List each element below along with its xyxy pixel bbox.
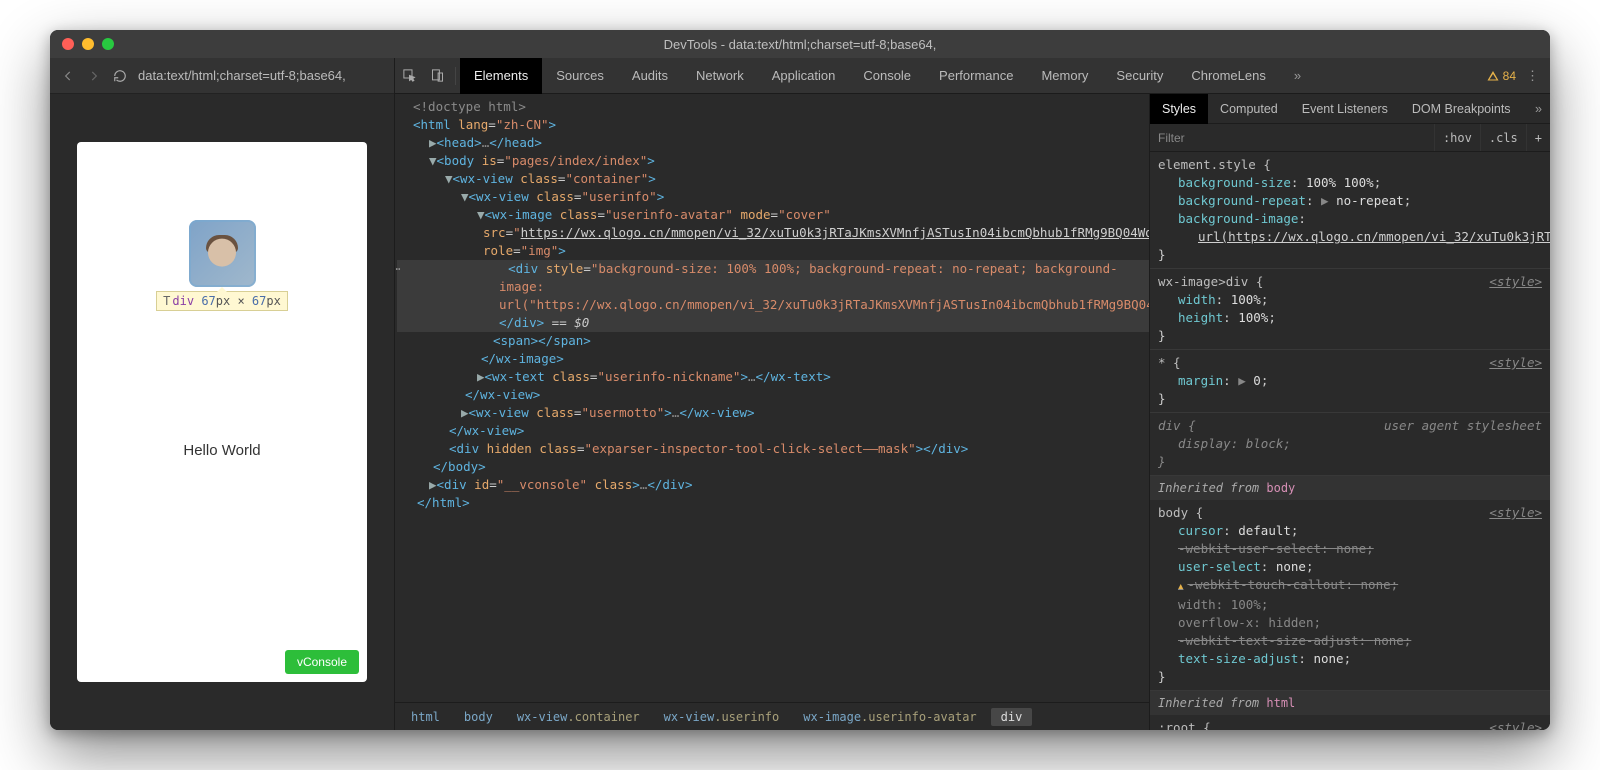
crumb-avatar[interactable]: wx-image.userinfo-avatar <box>793 708 986 726</box>
tab-application[interactable]: Application <box>758 58 850 94</box>
dom-line[interactable]: <html lang="zh-CN"> <box>397 116 1149 134</box>
styles-tab-computed[interactable]: Computed <box>1208 94 1290 124</box>
dom-line[interactable]: </wx-view> <box>397 422 1149 440</box>
avatar-image[interactable] <box>189 220 256 287</box>
window-title: DevTools - data:text/html;charset=utf-8;… <box>50 37 1550 52</box>
dom-line[interactable]: <span></span> <box>397 332 1149 350</box>
toolbar-separator <box>455 67 456 85</box>
device-toolbar-icon[interactable] <box>423 58 451 94</box>
dom-line[interactable]: </wx-view> <box>397 386 1149 404</box>
styles-pane: Styles Computed Event Listeners DOM Brea… <box>1150 94 1550 730</box>
device-panel: data:text/html;charset=utf-8;base64, Tdi… <box>50 58 395 730</box>
main-toolbar: Elements Sources Audits Network Applicat… <box>395 58 1550 94</box>
tab-audits[interactable]: Audits <box>618 58 682 94</box>
dom-tree[interactable]: <!doctype html> <html lang="zh-CN"> ▶<he… <box>395 94 1149 702</box>
dom-line[interactable]: ▼<body is="pages/index/index"> <box>397 152 1149 170</box>
tooltip-height: 67 <box>252 294 266 308</box>
tooltip-tag: div <box>172 294 194 308</box>
device-frame: Tdiv 67px × 67px Hello World vConsole <box>77 142 367 682</box>
kebab-menu-icon[interactable]: ⋮ <box>1526 68 1542 84</box>
breadcrumb-bar: html body wx-view.container wx-view.user… <box>395 702 1149 730</box>
styles-tab-listeners[interactable]: Event Listeners <box>1290 94 1400 124</box>
warning-count: 84 <box>1503 69 1516 83</box>
window-titlebar: DevTools - data:text/html;charset=utf-8;… <box>50 30 1550 58</box>
close-window-icon[interactable] <box>62 38 74 50</box>
rule-root[interactable]: :root {<style> --safe-area-inset-top: en… <box>1150 715 1550 730</box>
vconsole-button[interactable]: vConsole <box>285 650 359 674</box>
crumb-container[interactable]: wx-view.container <box>507 708 650 726</box>
panel-tabs: Elements Sources Audits Network Applicat… <box>460 58 1315 94</box>
rule-body[interactable]: body {<style> cursor: default; -webkit-u… <box>1150 500 1550 691</box>
crumb-body[interactable]: body <box>454 708 503 726</box>
tab-network[interactable]: Network <box>682 58 758 94</box>
dom-line[interactable]: ▶<head>…</head> <box>397 134 1149 152</box>
dom-line[interactable]: ▶<div id="__vconsole" class>…</div> <box>397 476 1149 494</box>
dom-line[interactable]: ▼<wx-view class="container"> <box>397 170 1149 188</box>
dom-line[interactable]: <div hidden class="exparser-inspector-to… <box>397 440 1149 458</box>
tab-security[interactable]: Security <box>1102 58 1177 94</box>
warning-badge[interactable]: 84 <box>1487 69 1516 83</box>
dom-line[interactable]: </html> <box>397 494 1149 512</box>
crumb-userinfo[interactable]: wx-view.userinfo <box>654 708 790 726</box>
styles-tab-styles[interactable]: Styles <box>1150 94 1208 124</box>
dom-line[interactable]: ▼<wx-view class="userinfo"> <box>397 188 1149 206</box>
styles-tab-dom-breakpoints[interactable]: DOM Breakpoints <box>1400 94 1523 124</box>
tab-console[interactable]: Console <box>849 58 925 94</box>
dom-selected-line[interactable]: ⋯ <div style="background-size: 100% 100%… <box>397 260 1149 332</box>
tab-sources[interactable]: Sources <box>542 58 618 94</box>
tab-elements[interactable]: Elements <box>460 58 542 94</box>
crumb-div[interactable]: div <box>991 708 1033 726</box>
hello-text: Hello World <box>77 442 367 459</box>
traffic-lights <box>50 38 114 50</box>
crumb-html[interactable]: html <box>401 708 450 726</box>
dom-line[interactable]: <!doctype html> <box>397 98 1149 116</box>
elements-main-split: <!doctype html> <html lang="zh-CN"> ▶<he… <box>395 94 1550 730</box>
tabs-overflow-icon[interactable]: » <box>1280 58 1315 94</box>
dom-line[interactable]: ▶<wx-text class="userinfo-nickname">…</w… <box>397 368 1149 386</box>
tab-chromelens[interactable]: ChromeLens <box>1177 58 1279 94</box>
address-bar: data:text/html;charset=utf-8;base64, <box>50 58 394 94</box>
reload-icon[interactable] <box>112 68 128 84</box>
dom-line[interactable]: ▼<wx-image class="userinfo-avatar" mode=… <box>397 206 1149 260</box>
devtools-window: DevTools - data:text/html;charset=utf-8;… <box>50 30 1550 730</box>
dom-pane: <!doctype html> <html lang="zh-CN"> ▶<he… <box>395 94 1150 730</box>
cls-toggle[interactable]: .cls <box>1480 124 1526 151</box>
dom-line[interactable]: </body> <box>397 458 1149 476</box>
forward-arrow-icon[interactable] <box>86 68 102 84</box>
zoom-window-icon[interactable] <box>102 38 114 50</box>
hov-toggle[interactable]: :hov <box>1434 124 1480 151</box>
tooltip-width: 67 <box>201 294 215 308</box>
tab-performance[interactable]: Performance <box>925 58 1027 94</box>
back-arrow-icon[interactable] <box>60 68 76 84</box>
rule-wx-image-div[interactable]: wx-image>div {<style> width: 100%; heigh… <box>1150 269 1550 350</box>
rule-div-ua[interactable]: div {user agent stylesheet display: bloc… <box>1150 413 1550 476</box>
dom-line[interactable]: ▶<wx-view class="usermotto">…</wx-view> <box>397 404 1149 422</box>
minimize-window-icon[interactable] <box>82 38 94 50</box>
styles-tabs: Styles Computed Event Listeners DOM Brea… <box>1150 94 1550 124</box>
inherited-from-html: Inherited from html <box>1150 691 1550 715</box>
tab-memory[interactable]: Memory <box>1027 58 1102 94</box>
styles-tabs-overflow-icon[interactable]: » <box>1527 102 1550 116</box>
tooltip-prefix: T <box>163 294 170 308</box>
inherited-from-body: Inherited from body <box>1150 476 1550 500</box>
device-preview-area: Tdiv 67px × 67px Hello World vConsole <box>50 94 394 730</box>
window-body: data:text/html;charset=utf-8;base64, Tdi… <box>50 58 1550 730</box>
styles-filter-row: Filter :hov .cls + <box>1150 124 1550 152</box>
rule-universal[interactable]: * {<style> margin: ▶ 0; } <box>1150 350 1550 413</box>
inspect-element-icon[interactable] <box>395 58 423 94</box>
address-text[interactable]: data:text/html;charset=utf-8;base64, <box>138 68 384 83</box>
styles-filter-input[interactable]: Filter <box>1150 131 1434 145</box>
rule-element-style[interactable]: element.style { background-size: 100% 10… <box>1150 152 1550 269</box>
dom-line[interactable]: </wx-image> <box>397 350 1149 368</box>
size-tooltip: Tdiv 67px × 67px <box>156 291 288 311</box>
toolbar-right: 84 ⋮ <box>1487 68 1550 84</box>
add-rule-button[interactable]: + <box>1526 124 1550 151</box>
devtools-panel: Elements Sources Audits Network Applicat… <box>395 58 1550 730</box>
css-rules-list[interactable]: element.style { background-size: 100% 10… <box>1150 152 1550 730</box>
